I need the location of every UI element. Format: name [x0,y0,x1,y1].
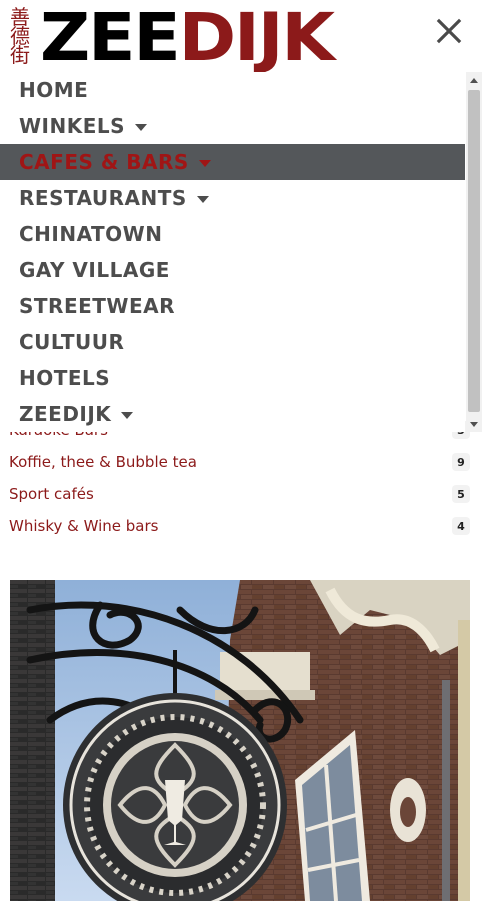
category-link[interactable]: Sport cafés [9,485,94,503]
nav-item-gay-village[interactable]: GAY VILLAGE [0,252,465,288]
count-badge: 5 [452,485,470,503]
list-item: Sport cafés 5 [0,478,482,510]
logo-zee: ZEE [40,0,181,76]
nav-item-chinatown[interactable]: CHINATOWN [0,216,465,252]
category-link[interactable]: Koffie, thee & Bubble tea [9,453,197,471]
nav-item-streetwear[interactable]: STREETWEAR [0,288,465,324]
nav-item-label: ZEEDIJK [19,402,112,426]
featured-photo [10,580,470,901]
scroll-thumb[interactable] [468,90,480,412]
category-link[interactable]: Whisky & Wine bars [9,517,158,535]
nav-item-winkels[interactable]: WINKELS [0,108,465,144]
close-icon [436,18,462,44]
nav-item-cultuur[interactable]: CULTUUR [0,324,465,360]
logo-char: 街 [10,43,30,67]
list-item: Whisky & Wine bars 4 [0,510,482,542]
list-item: Koffie, thee & Bubble tea 9 [0,446,482,478]
nav-item-restaurants[interactable]: RESTAURANTS [0,180,465,216]
nav-item-hotels[interactable]: HOTELS [0,360,465,396]
scroll-down-icon[interactable] [470,422,478,427]
nav-item-label: STREETWEAR [19,294,176,318]
site-logo[interactable]: ZEEDIJK [40,0,335,76]
scroll-up-icon[interactable] [470,78,478,83]
caret-down-icon[interactable] [135,123,148,131]
category-list: Karaoke Bars 3 Koffie, thee & Bubble tea… [0,414,482,542]
mobile-nav-menu: HOME WINKELS CAFES & BARS RESTAURANTS CH… [0,72,465,432]
nav-item-label: HOTELS [19,366,111,390]
site-header: 善 德 街 ZEEDIJK [0,0,482,76]
logo-chinese-characters: 善 德 街 [8,7,32,67]
logo-dijk: DIJK [178,0,335,76]
nav-item-label: RESTAURANTS [19,186,187,210]
nav-item-label: CHINATOWN [19,222,163,246]
nav-item-label: CULTUUR [19,330,125,354]
caret-down-icon[interactable] [196,195,209,203]
nav-item-label: WINKELS [19,114,126,138]
nav-item-label: GAY VILLAGE [19,258,170,282]
nav-item-cafes-bars[interactable]: CAFES & BARS [0,144,465,180]
sign-photo-illustration [10,580,470,901]
nav-item-home[interactable]: HOME [0,72,465,108]
nav-item-label: CAFES & BARS [19,150,189,174]
nav-item-zeedijk[interactable]: ZEEDIJK [0,396,465,432]
close-menu-button[interactable] [432,14,466,48]
count-badge: 9 [452,453,470,471]
caret-down-icon[interactable] [198,159,211,167]
menu-scrollbar[interactable] [466,72,482,432]
count-badge: 4 [452,517,470,535]
caret-down-icon[interactable] [121,411,134,419]
nav-item-label: HOME [19,78,89,102]
